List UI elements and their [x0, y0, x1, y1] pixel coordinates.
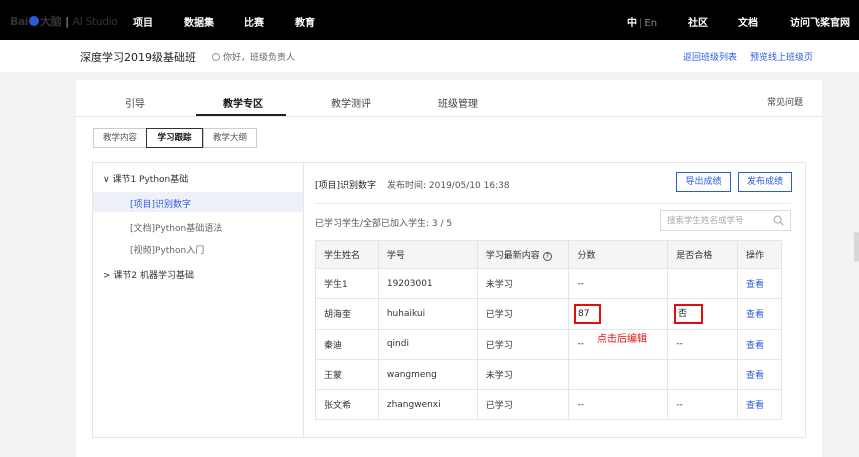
cell-score[interactable]: -- — [568, 267, 669, 300]
learning-stat: 已学习学生/全部已加入学生: 3 / 5 — [315, 219, 453, 229]
table-row: 王蒙 wangmeng 未学习 查看 — [315, 358, 782, 391]
cell-name: 张文希 — [315, 389, 379, 421]
cell-status: 未学习 — [476, 358, 570, 391]
pass-edit-box[interactable]: 否 — [674, 304, 703, 324]
cell-name: 秦迪 — [315, 328, 379, 360]
view-link[interactable]: 查看 — [737, 328, 782, 360]
col-header-score: 分数 — [568, 240, 669, 269]
cell-pass[interactable]: -- — [667, 389, 739, 421]
publish-time: 发布时间: 2019/05/10 16:38 — [387, 181, 510, 191]
cell-status: 已学习 — [476, 328, 570, 360]
nav-item-education[interactable]: 教育 — [295, 14, 315, 29]
cell-pass[interactable]: -- — [667, 328, 739, 360]
tab-evaluation[interactable]: 教学测评 — [331, 95, 371, 110]
cell-id: wangmeng — [377, 358, 478, 391]
cell-score[interactable]: -- — [568, 389, 669, 421]
user-icon — [212, 53, 220, 61]
col-header-name: 学生姓名 — [315, 240, 379, 269]
table-header-row: 学生姓名 学号 学习最新内容? 分数 是否合格 操作 — [315, 240, 782, 269]
cell-id: zhangwenxi — [377, 389, 478, 421]
sidebar-selected-bg — [93, 192, 303, 212]
panel-title: [项目]识别数字 — [315, 181, 377, 191]
preview-class-page-link[interactable]: 预览线上班级页 — [750, 50, 813, 63]
cell-pass[interactable] — [667, 267, 739, 300]
nav-item-paddle-site[interactable]: 访问飞桨官网 — [790, 14, 850, 29]
tabs-divider — [76, 116, 822, 117]
nav-item-datasets[interactable]: 数据集 — [184, 14, 214, 29]
export-scores-button[interactable]: 导出成绩 — [676, 172, 731, 192]
lang-zh[interactable]: 中 — [627, 18, 637, 29]
view-link[interactable]: 查看 — [737, 389, 782, 421]
cell-status: 已学习 — [476, 389, 570, 421]
cell-status: 未学习 — [476, 267, 570, 300]
chevron-right-icon: > — [103, 271, 114, 281]
nav-item-community[interactable]: 社区 — [688, 14, 708, 29]
scrollbar-thumb[interactable] — [854, 232, 859, 262]
back-to-class-list-link[interactable]: 返回班级列表 — [683, 50, 737, 63]
paw-icon — [29, 16, 40, 26]
baidu-ai-studio-logo[interactable]: Bai 大脑 | AI Studio — [10, 13, 118, 29]
score-edit-box[interactable]: 87 — [574, 304, 601, 324]
view-link[interactable]: 查看 — [737, 267, 782, 300]
col-header-pass: 是否合格 — [667, 240, 739, 269]
cell-name: 学生1 — [315, 267, 379, 300]
edit-annotation: 点击后编辑 — [597, 334, 647, 345]
table-row: 秦迪 qindi 已学习 -- -- 查看 — [315, 328, 782, 360]
tab-guide[interactable]: 引导 — [125, 95, 145, 110]
cell-score[interactable] — [568, 358, 669, 391]
help-icon[interactable]: ? — [542, 252, 552, 261]
view-link[interactable]: 查看 — [737, 298, 782, 330]
lang-en[interactable]: En — [644, 18, 657, 29]
logo-brand: Bai — [10, 15, 29, 28]
student-search[interactable] — [660, 210, 791, 231]
table-row: 张文希 zhangwenxi 已学习 -- -- 查看 — [315, 389, 782, 421]
subtab-tracking[interactable]: 学习跟踪 — [146, 128, 203, 148]
tab-teaching[interactable]: 教学专区 — [223, 95, 263, 110]
logo-brand-cn: 大脑 — [40, 15, 62, 28]
panel-divider — [315, 203, 791, 204]
tab-class-management[interactable]: 班级管理 — [438, 95, 478, 110]
greeting-text: 你好，班级负责人 — [223, 53, 296, 63]
sidebar-item-video-python-intro[interactable]: [视频]Python入门 — [130, 243, 204, 256]
nav-item-projects[interactable]: 项目 — [133, 14, 153, 29]
col-header-id: 学号 — [377, 240, 478, 269]
table-row: 胡海奎 huhaikui 已学习 查看 — [315, 298, 782, 330]
greeting: 你好，班级负责人 — [212, 50, 295, 63]
logo-studio: AI Studio — [72, 15, 118, 28]
cell-status: 已学习 — [476, 298, 570, 330]
publish-scores-button[interactable]: 发布成绩 — [738, 172, 792, 192]
top-nav-bar — [0, 0, 859, 40]
cell-id: huhaikui — [377, 298, 478, 330]
language-switch[interactable]: 中 | En — [627, 14, 657, 29]
col-header-latest: 学习最新内容? — [476, 240, 570, 269]
class-title: 深度学习2019级基础班 — [80, 51, 196, 64]
search-input[interactable] — [667, 214, 767, 228]
sidebar-item-doc-python-syntax[interactable]: [文档]Python基础语法 — [130, 221, 222, 234]
view-link[interactable]: 查看 — [737, 358, 782, 391]
sidebar-section-1[interactable]: ∨ 课节1 Python基础 — [103, 172, 188, 185]
nav-item-competitions[interactable]: 比赛 — [244, 14, 264, 29]
table-row: 学生1 19203001 未学习 -- 查看 — [315, 267, 782, 300]
sidebar-section-2[interactable]: > 课节2 机器学习基础 — [103, 268, 194, 281]
cell-id: 19203001 — [377, 267, 478, 300]
cell-name: 胡海奎 — [315, 298, 379, 330]
cell-id: qindi — [377, 328, 478, 360]
sidebar-item-project-digits[interactable]: [项目]识别数字 — [130, 197, 191, 210]
nav-item-docs[interactable]: 文档 — [738, 14, 758, 29]
student-table: 学生姓名 学号 学习最新内容? 分数 是否合格 操作 学生1 19203001 … — [315, 240, 782, 421]
faq-link[interactable]: 常见问题 — [767, 95, 803, 108]
subtab-syllabus[interactable]: 教学大纲 — [203, 128, 257, 148]
active-tab-indicator — [196, 114, 286, 116]
col-header-action: 操作 — [737, 240, 782, 269]
subtab-content[interactable]: 教学内容 — [93, 128, 147, 148]
cell-name: 王蒙 — [315, 358, 379, 391]
cell-pass[interactable] — [667, 358, 739, 391]
search-icon[interactable] — [773, 215, 784, 226]
